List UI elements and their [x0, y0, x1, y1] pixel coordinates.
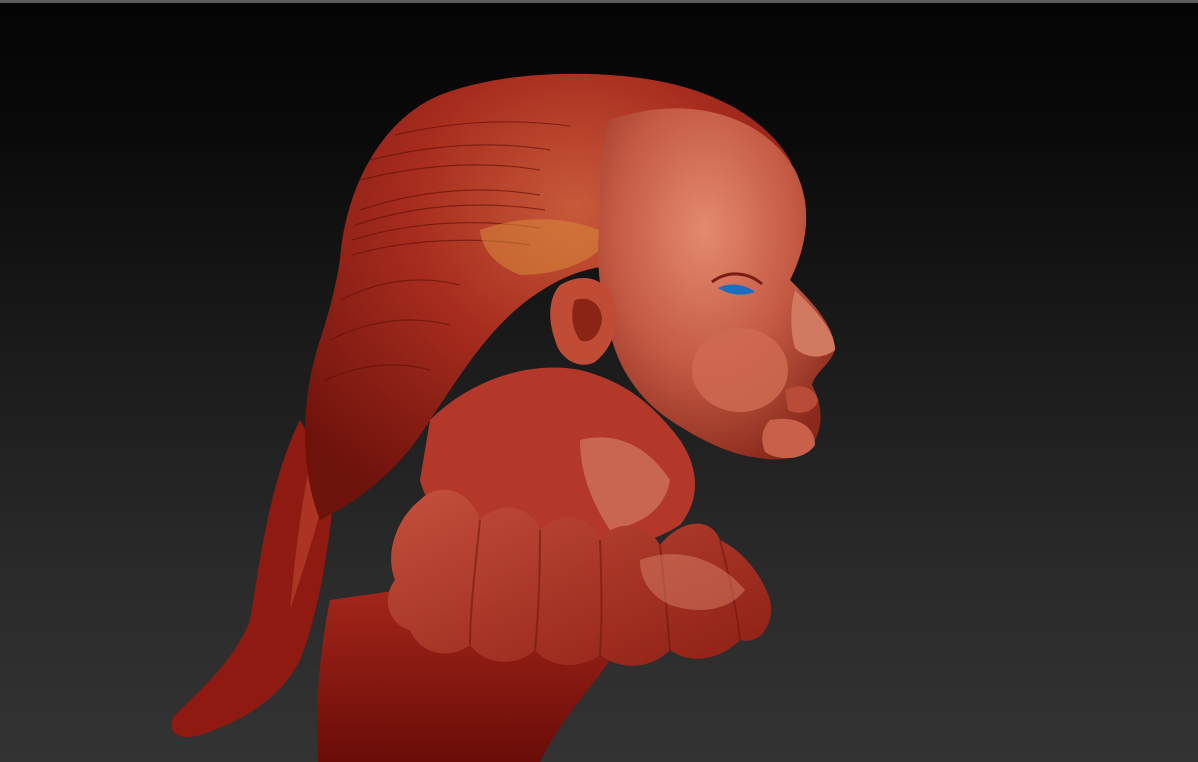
sculpt-model[interactable]: [0, 0, 1198, 762]
cheek: [692, 328, 788, 412]
nose: [791, 290, 835, 357]
3d-viewport[interactable]: [0, 0, 1198, 762]
